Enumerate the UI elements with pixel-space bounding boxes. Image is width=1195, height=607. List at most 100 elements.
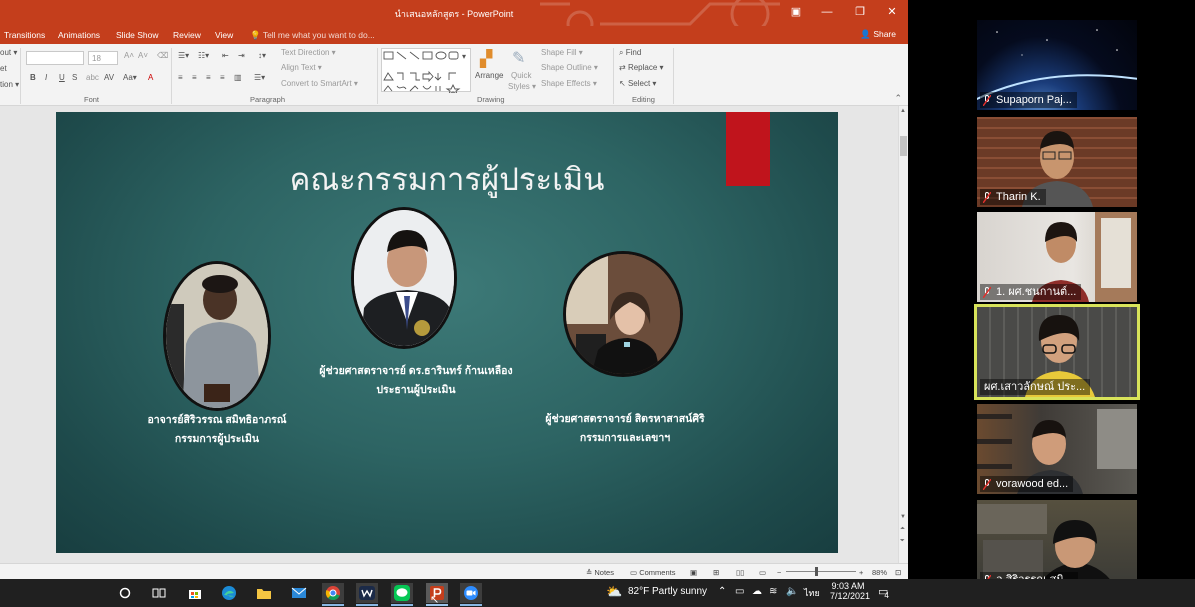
arrange-button[interactable]: Arrange bbox=[475, 71, 503, 80]
search-icon[interactable] bbox=[114, 583, 136, 603]
normal-view-icon[interactable]: ▣ bbox=[690, 568, 697, 577]
layout-button[interactable]: out ▾ bbox=[0, 48, 17, 57]
font-size-box[interactable]: 18 bbox=[88, 51, 118, 65]
change-case-icon[interactable]: Aa▾ bbox=[123, 73, 137, 82]
portrait-photo[interactable] bbox=[351, 207, 457, 349]
portrait-photo[interactable] bbox=[163, 261, 271, 411]
section-button[interactable]: tion ▾ bbox=[0, 80, 19, 89]
shadow-icon[interactable]: S bbox=[72, 73, 77, 82]
find-button[interactable]: ⌕ Find bbox=[619, 48, 641, 58]
close-button[interactable]: ✕ bbox=[882, 5, 902, 19]
select-button[interactable]: ↖ Select ▾ bbox=[619, 79, 656, 88]
distributed-icon[interactable]: ☰▾ bbox=[254, 73, 265, 82]
grow-font-icon[interactable]: A˄ bbox=[124, 51, 134, 60]
battery-icon[interactable]: ▭ bbox=[735, 586, 744, 597]
participant-tile[interactable]: vorawood ed... bbox=[977, 404, 1137, 494]
tab-animations[interactable]: Animations bbox=[58, 30, 100, 40]
tab-slide-show[interactable]: Slide Show bbox=[116, 30, 159, 40]
wifi-icon[interactable]: ≋ bbox=[769, 586, 777, 597]
font-color-icon[interactable]: A bbox=[148, 73, 153, 82]
zoom-app-icon[interactable] bbox=[460, 583, 482, 603]
line-spacing-icon[interactable]: ↕▾ bbox=[258, 51, 266, 60]
shrink-font-icon[interactable]: A˅ bbox=[138, 51, 148, 60]
arrange-icon[interactable]: ▞ bbox=[480, 49, 492, 69]
text-direction-button[interactable]: Text Direction ▾ bbox=[281, 48, 336, 57]
language-indicator[interactable]: ไทย bbox=[804, 586, 820, 600]
clear-formatting-icon[interactable]: ⌫ bbox=[157, 51, 168, 60]
previous-slide-icon[interactable]: ⏶ bbox=[900, 526, 905, 533]
justify-icon[interactable]: ≡ bbox=[220, 73, 225, 82]
comments-button[interactable]: ▭ Comments bbox=[630, 568, 675, 577]
ribbon-display-options-button[interactable]: ▣ bbox=[786, 5, 806, 19]
participant-tile-active-speaker[interactable]: ผศ.เสาวลักษณ์ ประ... bbox=[974, 304, 1140, 400]
align-center-icon[interactable]: ≡ bbox=[192, 73, 197, 82]
edge-icon[interactable] bbox=[218, 583, 240, 603]
task-view-icon[interactable] bbox=[148, 583, 170, 603]
slideshow-icon[interactable]: ▭ bbox=[759, 568, 766, 577]
font-name-box[interactable] bbox=[26, 51, 84, 65]
convert-smartart-button[interactable]: Convert to SmartArt ▾ bbox=[281, 79, 358, 88]
tab-view[interactable]: View bbox=[215, 30, 233, 40]
file-explorer-icon[interactable] bbox=[253, 583, 275, 603]
scroll-down-icon[interactable]: ▼ bbox=[900, 514, 906, 520]
minimize-button[interactable]: — bbox=[817, 5, 837, 19]
zoom-slider[interactable] bbox=[786, 567, 856, 576]
shapes-more-icon[interactable]: ▾ bbox=[462, 52, 466, 61]
restore-button[interactable]: ❐ bbox=[850, 5, 870, 19]
weather-icon[interactable]: ⛅ bbox=[606, 584, 622, 600]
shape-effects-button[interactable]: Shape Effects ▾ bbox=[541, 79, 597, 88]
bold-icon[interactable]: B bbox=[30, 73, 36, 82]
shapes-gallery[interactable] bbox=[381, 48, 471, 95]
webex-icon[interactable] bbox=[356, 583, 378, 603]
slide-sorter-icon[interactable]: ⊞ bbox=[713, 568, 719, 577]
replace-button[interactable]: ⇄ Replace ▾ bbox=[619, 63, 664, 72]
quick-styles-icon[interactable]: ✎ bbox=[512, 48, 525, 68]
scroll-up-icon[interactable]: ▲ bbox=[900, 108, 906, 114]
align-left-icon[interactable]: ≡ bbox=[178, 73, 183, 82]
slide-canvas[interactable]: คณะกรรมการผู้ประเมิน อาจารย์สิริวรรณ สมิ… bbox=[56, 112, 838, 553]
share-button[interactable]: 👤 Share bbox=[860, 29, 896, 40]
collapse-ribbon-icon[interactable]: ⌃ bbox=[894, 93, 902, 104]
clock[interactable]: 9:03 AM 7/12/2021 bbox=[830, 581, 870, 601]
columns-icon[interactable]: ▥ bbox=[234, 73, 242, 82]
volume-icon[interactable]: 🔈 bbox=[786, 586, 798, 597]
scrollbar-thumb[interactable] bbox=[900, 136, 907, 156]
next-slide-icon[interactable]: ⏷ bbox=[900, 538, 905, 545]
store-icon[interactable] bbox=[184, 583, 206, 603]
bullets-icon[interactable]: ☰▾ bbox=[178, 51, 189, 60]
portrait-photo[interactable] bbox=[563, 251, 683, 377]
tab-transitions[interactable]: Transitions bbox=[4, 30, 45, 40]
weather-text[interactable]: 82°F Partly sunny bbox=[628, 586, 707, 597]
underline-icon[interactable]: U bbox=[59, 73, 65, 82]
reading-view-icon[interactable]: ▯▯ bbox=[736, 568, 744, 577]
tab-review[interactable]: Review bbox=[173, 30, 201, 40]
decrease-indent-icon[interactable]: ⇤ bbox=[222, 51, 229, 60]
mail-icon[interactable] bbox=[288, 583, 310, 603]
notification-center[interactable]: ▭4 bbox=[878, 585, 893, 600]
cloud-icon[interactable]: ☁ bbox=[752, 586, 762, 597]
zoom-out-button[interactable]: − bbox=[777, 568, 781, 577]
character-spacing-icon[interactable]: AV bbox=[104, 73, 114, 82]
chrome-icon[interactable] bbox=[322, 583, 344, 603]
strikethrough-icon[interactable]: abc bbox=[86, 73, 99, 82]
shape-fill-button[interactable]: Shape Fill ▾ bbox=[541, 48, 583, 57]
zoom-slider-knob[interactable] bbox=[815, 567, 819, 576]
slide-title[interactable]: คณะกรรมการผู้ประเมิน bbox=[56, 154, 838, 204]
align-right-icon[interactable]: ≡ bbox=[206, 73, 211, 82]
notes-button[interactable]: ≙ Notes bbox=[586, 568, 614, 577]
align-text-button[interactable]: Align Text ▾ bbox=[281, 63, 322, 72]
italic-icon[interactable]: I bbox=[45, 73, 47, 82]
zoom-level[interactable]: 88% bbox=[872, 568, 887, 577]
line-icon[interactable] bbox=[391, 583, 413, 603]
zoom-in-button[interactable]: + bbox=[859, 568, 863, 577]
reset-button[interactable]: et bbox=[0, 64, 7, 73]
participant-tile[interactable]: 1. ผศ.ชนกานต์... bbox=[977, 212, 1137, 302]
participant-tile[interactable]: Tharin K. bbox=[977, 117, 1137, 207]
tell-me-search[interactable]: 💡 Tell me what you want to do... bbox=[250, 30, 375, 41]
shape-outline-button[interactable]: Shape Outline ▾ bbox=[541, 63, 598, 72]
participant-tile[interactable]: Supaporn Paj... bbox=[977, 20, 1137, 110]
vertical-scrollbar[interactable]: ▲ ▼ ⏶ ⏷ bbox=[898, 106, 908, 563]
quick-styles-button-2[interactable]: Styles ▾ bbox=[508, 82, 536, 91]
increase-indent-icon[interactable]: ⇥ bbox=[238, 51, 245, 60]
quick-styles-button[interactable]: Quick bbox=[511, 71, 531, 80]
